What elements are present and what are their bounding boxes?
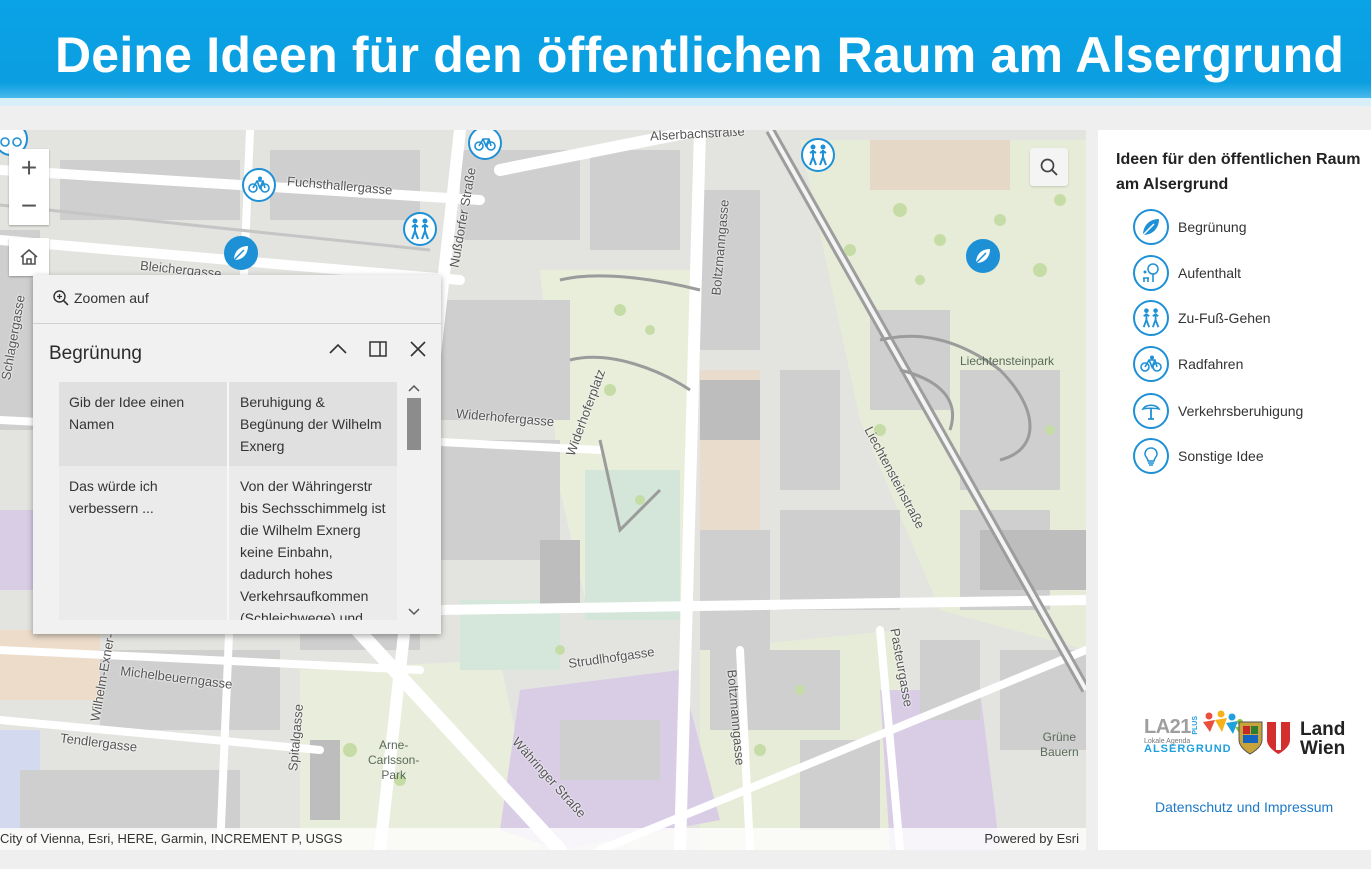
partner-logos: LA21 PLUS Lokale Agenda ALSERGRUND Land … <box>1144 710 1364 762</box>
map-marker-pedestrians[interactable] <box>801 138 835 172</box>
zoom-to-button[interactable]: Zoomen auf <box>52 289 149 307</box>
bicycle-icon <box>248 176 270 193</box>
bicycle-icon <box>1133 346 1169 382</box>
scrollbar-thumb[interactable] <box>407 398 421 450</box>
leaf-icon <box>233 246 248 261</box>
attribute-label: Das würde ich verbessern ... <box>59 466 229 620</box>
park-label-line: Carlsson- <box>368 753 420 767</box>
map-attribution-bar: City of Vienna, Esri, HERE, Garmin, INCR… <box>0 828 1086 850</box>
attribute-label: Gib der Idee einen Namen <box>59 382 229 466</box>
legend-item-sonstige-idee: Sonstige Idee <box>1133 438 1264 474</box>
wien-line-2: Wien <box>1300 738 1346 759</box>
legend-label: Verkehrsberuhigung <box>1178 403 1304 419</box>
zoom-to-label: Zoomen auf <box>74 290 149 306</box>
wien-line-1: Land <box>1300 719 1346 740</box>
pedestrians-icon <box>809 144 827 166</box>
legend-label: Sonstige Idee <box>1178 448 1264 464</box>
zoom-out-button[interactable]: − <box>9 187 49 225</box>
feature-popup: Zoomen auf Begrünung Gib der Idee einen … <box>33 275 441 634</box>
table-row: Das würde ich verbessern ... Von der Wäh… <box>59 466 397 620</box>
pedestrians-icon <box>1133 300 1169 336</box>
park-label-line: Arne- <box>379 738 409 752</box>
legend-label: Zu-Fuß-Gehen <box>1178 310 1271 326</box>
legend-item-zu-fuss-gehen: Zu-Fuß-Gehen <box>1133 300 1271 336</box>
privacy-imprint-link[interactable]: Datenschutz und Impressum <box>1155 799 1333 815</box>
page-title: Deine Ideen für den öffentlichen Raum am… <box>55 27 1345 83</box>
dock-icon <box>369 341 387 357</box>
legend-item-radfahren: Radfahren <box>1133 346 1243 382</box>
table-row: Gib der Idee einen Namen Beruhigung & Be… <box>59 382 397 466</box>
zoom-to-icon <box>53 290 69 306</box>
park-label-arne-carlsson: Arne- Carlsson- Park <box>368 738 419 783</box>
popup-title: Begrünung <box>49 343 142 364</box>
park-label-liechtensteinpark: Liechtensteinpark <box>960 354 1055 368</box>
legend-panel: Ideen für den öffentlichen Raum am Alser… <box>1098 130 1371 850</box>
home-icon <box>20 248 38 265</box>
panel-title: Ideen für den öffentlichen Raum am Alser… <box>1116 151 1361 193</box>
tree-bench-icon <box>1133 255 1169 291</box>
close-button[interactable] <box>406 337 430 361</box>
header-accent-strip <box>0 98 1371 106</box>
attribute-table: Gib der Idee einen Namen Beruhigung & Be… <box>59 382 397 620</box>
attribute-value: Von der Währingerstr bis Sechsschimmelg … <box>229 466 397 620</box>
zoom-in-button[interactable]: + <box>9 149 49 187</box>
la21-logo: LA21 PLUS Lokale Agenda ALSERGRUND <box>1144 710 1245 755</box>
coat-of-arms-icon <box>1238 721 1290 755</box>
legend-item-aufenthalt: Aufenthalt <box>1133 255 1241 291</box>
map-marker-bicycle[interactable] <box>242 168 276 202</box>
map-marker-leaf[interactable] <box>966 239 1000 273</box>
legend-label: Aufenthalt <box>1178 265 1242 281</box>
park-label-line: Park <box>381 768 407 782</box>
la21-plus: PLUS <box>1191 716 1199 735</box>
home-button[interactable] <box>9 238 49 276</box>
map-marker-leaf-selected[interactable] <box>224 236 258 270</box>
close-icon <box>410 341 426 357</box>
chevron-up-icon <box>329 343 347 354</box>
leaf-icon <box>1133 209 1169 245</box>
scroll-up-icon <box>408 384 420 392</box>
legend-label: Radfahren <box>1178 356 1244 372</box>
la21-district: ALSERGRUND <box>1144 743 1232 755</box>
park-label-line: Grüne <box>1042 730 1077 744</box>
land-wien-logo: Land Wien <box>1300 720 1345 758</box>
bicycle-icon <box>0 137 22 147</box>
app-header: Deine Ideen für den öffentlichen Raum am… <box>0 0 1371 106</box>
la21-wordmark: LA21 <box>1144 716 1191 738</box>
popup-divider <box>33 323 441 324</box>
traffic-calming-icon <box>1133 393 1169 429</box>
legend-label: Begrünung <box>1178 219 1247 235</box>
powered-by-esri[interactable]: Powered by Esri <box>984 831 1079 846</box>
lightbulb-icon <box>1133 438 1169 474</box>
attribute-value: Beruhigung & Begünung der Wilhelm Exnerg <box>240 394 382 454</box>
popup-actions <box>326 337 430 361</box>
pedestrians-icon <box>411 218 429 240</box>
map-view[interactable]: Fuchsthallergasse Nußdorfer Straße Alser… <box>0 130 1086 850</box>
attribution-text: City of Vienna, Esri, HERE, Garmin, INCR… <box>0 831 343 846</box>
map-search-button[interactable] <box>1030 148 1068 186</box>
bicycle-icon <box>474 138 496 151</box>
collapse-button[interactable] <box>326 337 350 361</box>
search-icon <box>1040 158 1058 176</box>
dock-button[interactable] <box>366 337 390 361</box>
popup-scrollbar[interactable] <box>406 380 422 620</box>
park-label-line: Bauern <box>1040 745 1079 759</box>
park-label-bauernfeld: Grüne Bauern <box>1040 730 1079 760</box>
scroll-down-icon <box>408 608 420 616</box>
map-marker-pedestrians[interactable] <box>403 212 437 246</box>
legend-item-begruenung: Begrünung <box>1133 209 1247 245</box>
leaf-icon <box>975 249 990 264</box>
zoom-control: + − <box>9 149 49 225</box>
legend-item-verkehrsberuhigung: Verkehrsberuhigung <box>1133 393 1303 429</box>
